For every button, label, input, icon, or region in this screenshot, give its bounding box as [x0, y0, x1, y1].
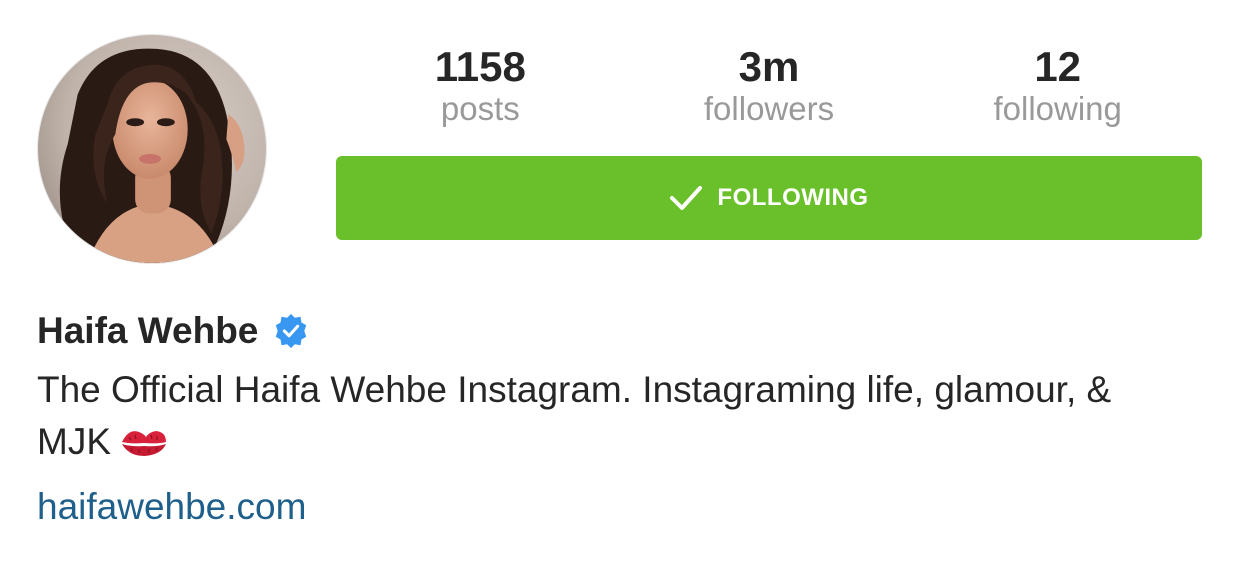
stat-posts[interactable]: 1158 posts	[336, 42, 625, 132]
profile-website-link[interactable]: haifawehbe.com	[37, 484, 306, 530]
kiss-mark-icon	[122, 431, 166, 456]
stat-followers-value: 3m	[738, 43, 800, 90]
stat-posts-label: posts	[440, 90, 520, 127]
verified-badge-icon	[276, 313, 307, 349]
checkmark-icon	[670, 186, 703, 210]
profile-bio-text: The Official Haifa Wehbe Instagram. Inst…	[37, 369, 1112, 462]
stat-followers-label: followers	[703, 90, 835, 127]
stat-following-value: 12	[1034, 43, 1082, 90]
following-button[interactable]: FOLLOWING	[336, 156, 1202, 240]
avatar-photo	[38, 35, 266, 263]
stat-following[interactable]: 12 following	[913, 42, 1202, 132]
stat-posts-value: 1158	[434, 43, 526, 90]
profile-name: Haifa Wehbe	[37, 310, 259, 351]
profile-stats: 1158 posts 3m followers 12 following	[336, 42, 1202, 132]
profile-avatar[interactable]	[37, 34, 267, 264]
stat-following-label: following	[993, 90, 1122, 127]
profile-bio: The Official Haifa Wehbe Instagram. Inst…	[37, 364, 1187, 468]
following-button-label: FOLLOWING	[717, 184, 869, 211]
profile-name-row: Haifa Wehbe	[37, 308, 310, 354]
stat-followers[interactable]: 3m followers	[625, 42, 914, 132]
